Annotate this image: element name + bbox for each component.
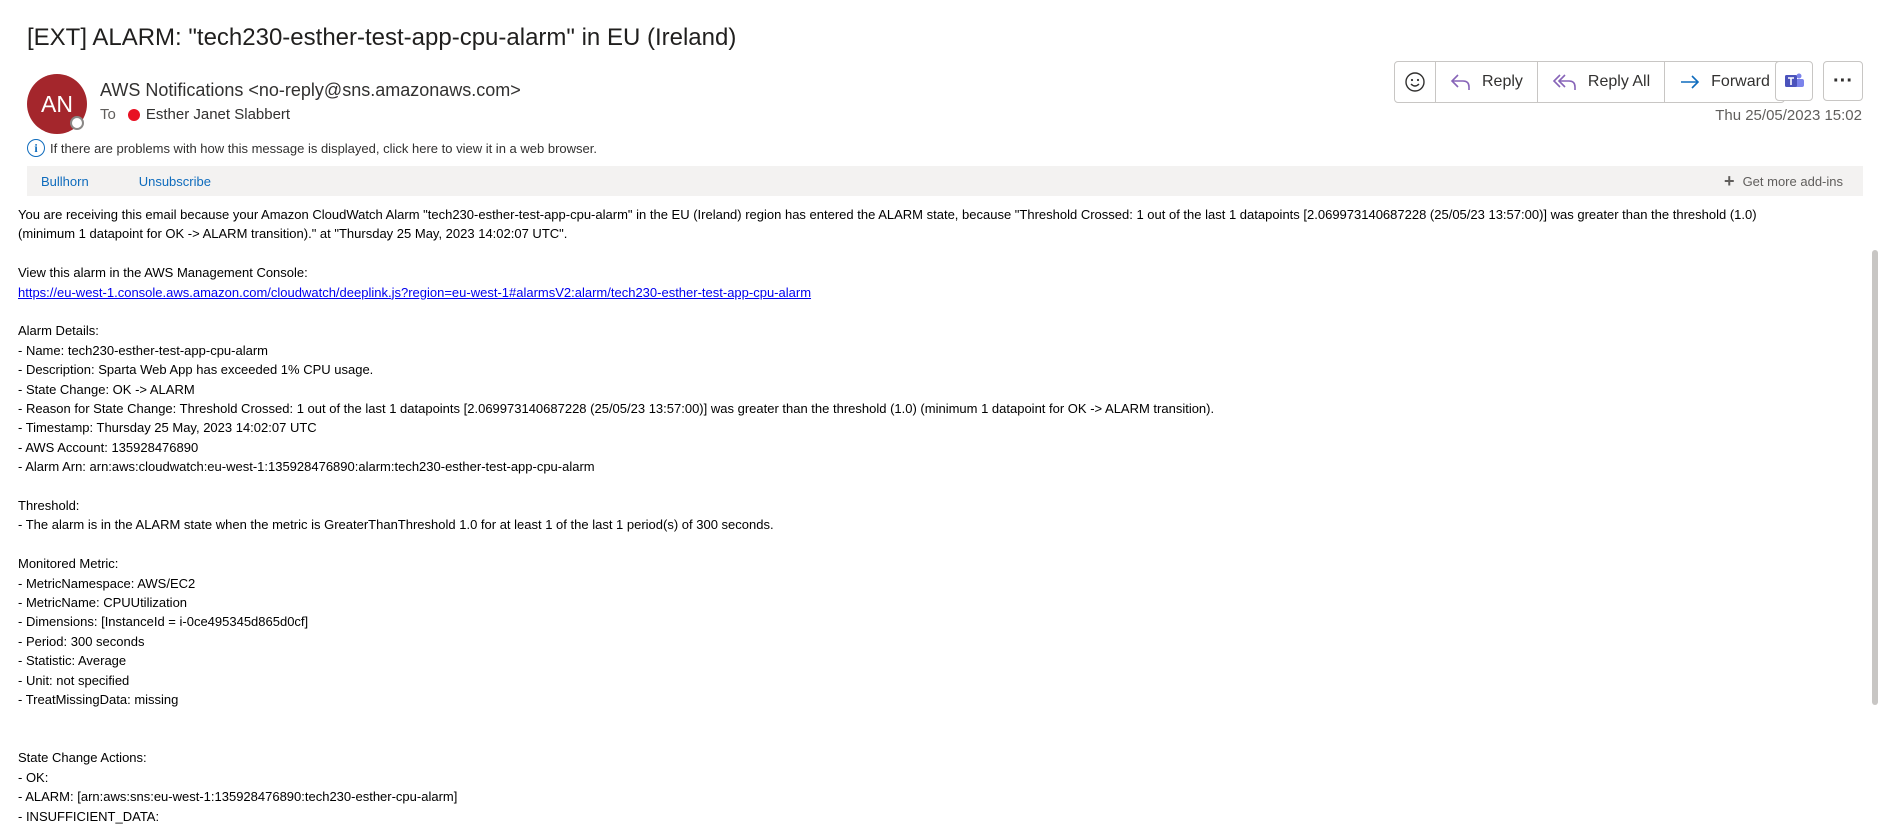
metric-line: - TreatMissingData: missing [18,692,179,708]
sender-name[interactable]: AWS Notifications <no-reply@sns.amazonaw… [100,80,521,101]
actions-line: - ALARM: [arn:aws:sns:eu-west-1:13592847… [18,789,458,805]
details-line: - AWS Account: 135928476890 [18,439,199,455]
recipient-line: To Esther Janet Slabbert [100,106,290,123]
scrollbar[interactable] [1872,250,1878,705]
reply-all-icon [1552,74,1576,90]
addin-bar: Bullhorn Unsubscribe + Get more add-ins [27,166,1863,196]
email-subject: [EXT] ALARM: "tech230-esther-test-app-cp… [27,24,737,51]
forward-label: Forward [1711,73,1770,90]
details-heading: Alarm Details: [18,323,99,339]
recipient-presence-icon [127,108,140,121]
details-line: - Name: tech230-esther-test-app-cpu-alar… [18,342,268,358]
details-line: - Timestamp: Thursday 25 May, 2023 14:02… [18,420,317,436]
details-line: - State Change: OK -> ALARM [18,381,195,397]
details-line: - Alarm Arn: arn:aws:cloudwatch:eu-west-… [18,459,595,475]
avatar-initials: AN [41,90,73,117]
metric-line: - Period: 300 seconds [18,633,145,649]
display-problem-notice[interactable]: i If there are problems with how this me… [27,139,597,157]
reply-label: Reply [1482,73,1523,90]
reply-icon [1450,74,1470,90]
teams-share-button[interactable] [1775,61,1813,101]
teams-icon [1785,73,1804,87]
to-label: To [100,106,116,123]
metric-line: - Unit: not specified [18,672,130,688]
get-more-addins-label: Get more add-ins [1742,173,1843,189]
get-more-addins-button[interactable]: + Get more add-ins [1724,171,1843,192]
metric-line: - Statistic: Average [18,653,127,669]
emoji-icon [1405,72,1425,92]
addin-bullhorn[interactable]: Bullhorn [41,174,89,189]
actions-line: - INSUFFICIENT_DATA: [18,808,160,824]
sent-date: Thu 25/05/2023 15:02 [1715,107,1862,124]
more-icon: ··· [1833,69,1853,92]
metric-heading: Monitored Metric: [18,556,119,572]
message-action-toolbar: Reply Reply All Forward [1394,61,1785,103]
threshold-line: - The alarm is in the ALARM state when t… [18,517,774,533]
info-icon: i [27,139,45,157]
details-line: - Description: Sparta Web App has exceed… [18,362,374,378]
intro-text: You are receiving this email because you… [18,207,1757,222]
intro-text-continued: (minimum 1 datapoint for OK -> ALARM tra… [18,226,568,242]
presence-status-icon [70,116,84,130]
details-line: - Reason for State Change: Threshold Cro… [18,401,1215,417]
recipient-name[interactable]: Esther Janet Slabbert [146,106,290,123]
emoji-reaction-button[interactable] [1395,62,1435,102]
metric-line: - MetricName: CPUUtilization [18,595,188,611]
message-body: You are receiving this email because you… [18,205,1863,826]
addin-unsubscribe[interactable]: Unsubscribe [139,174,211,189]
actions-line: - OK: [18,769,49,785]
actions-heading: State Change Actions: [18,750,147,766]
reply-all-button[interactable]: Reply All [1536,62,1664,102]
console-label: View this alarm in the AWS Management Co… [18,265,308,281]
metric-line: - Dimensions: [InstanceId = i-0ce495345d… [18,614,309,630]
metric-line: - MetricNamespace: AWS/EC2 [18,575,196,591]
reply-all-label: Reply All [1587,73,1651,90]
more-actions-button[interactable]: ··· [1823,61,1863,101]
forward-button[interactable]: Forward [1664,62,1784,102]
plus-icon: + [1724,170,1735,191]
forward-icon [1681,75,1700,89]
display-problem-text[interactable]: If there are problems with how this mess… [50,141,597,156]
console-link[interactable]: https://eu-west-1.console.aws.amazon.com… [18,285,811,300]
reply-button[interactable]: Reply [1435,62,1537,102]
threshold-heading: Threshold: [18,498,80,514]
